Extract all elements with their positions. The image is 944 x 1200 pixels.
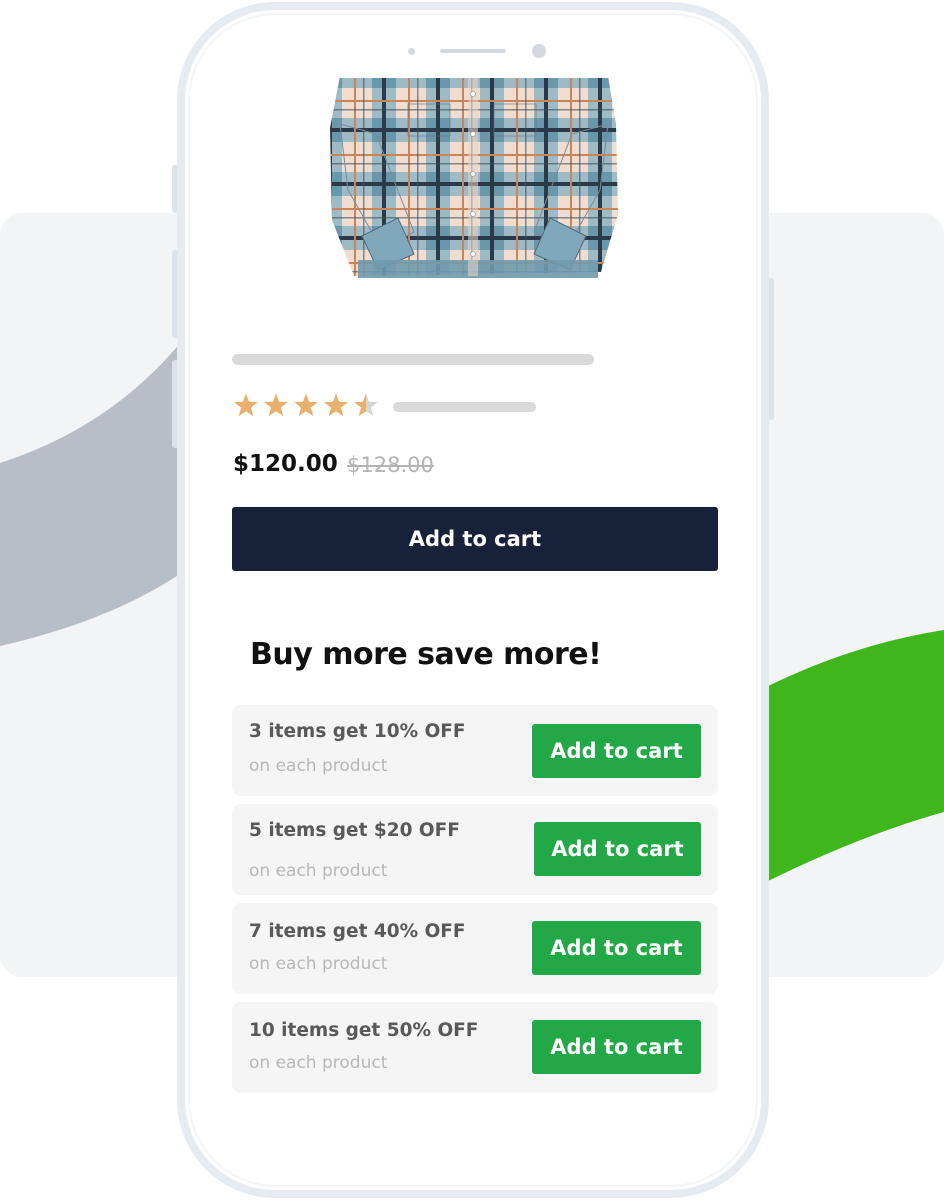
star-icon [324, 393, 348, 417]
earpiece-speaker [440, 49, 506, 53]
star-icon [294, 393, 318, 417]
discount-tier: 10 items get 50% OFF on each product Add… [232, 1002, 718, 1093]
star-icon [264, 393, 288, 417]
tier-add-to-cart-button[interactable]: Add to cart [532, 921, 701, 975]
tier-add-to-cart-button[interactable]: Add to cart [532, 724, 701, 778]
gray-swoosh [0, 318, 200, 646]
tier-add-to-cart-button[interactable]: Add to cart [532, 1020, 701, 1074]
add-to-cart-button[interactable]: Add to cart [232, 507, 718, 571]
review-count-placeholder [393, 402, 536, 412]
tier-add-to-cart-button[interactable]: Add to cart [534, 822, 701, 876]
tier-title: 3 items get 10% OFF [249, 721, 466, 742]
tier-subtitle: on each product [249, 1053, 388, 1073]
discount-tier: 5 items get $20 OFF on each product Add … [232, 804, 718, 895]
tier-title: 10 items get 50% OFF [249, 1020, 479, 1041]
star-icon [234, 393, 258, 417]
tier-subtitle: on each product [249, 954, 388, 974]
discount-tier: 3 items get 10% OFF on each product Add … [232, 705, 718, 796]
tier-subtitle: on each product [249, 861, 388, 881]
rating-stars [234, 393, 378, 417]
green-swoosh [760, 630, 944, 885]
volume-discount-title: Buy more save more! [250, 637, 602, 672]
front-camera [532, 44, 546, 58]
star-icon [354, 393, 378, 417]
discount-tier: 7 items get 40% OFF on each product Add … [232, 903, 718, 994]
tier-subtitle: on each product [249, 756, 388, 776]
tier-title: 5 items get $20 OFF [249, 820, 460, 841]
tier-title: 7 items get 40% OFF [249, 921, 466, 942]
product-price: $120.00 [233, 451, 338, 477]
plaid-flannel-jacket-image [318, 64, 630, 278]
sensor-dot [408, 48, 415, 55]
compare-at-price: $128.00 [347, 453, 434, 477]
product-title-placeholder [232, 354, 594, 365]
